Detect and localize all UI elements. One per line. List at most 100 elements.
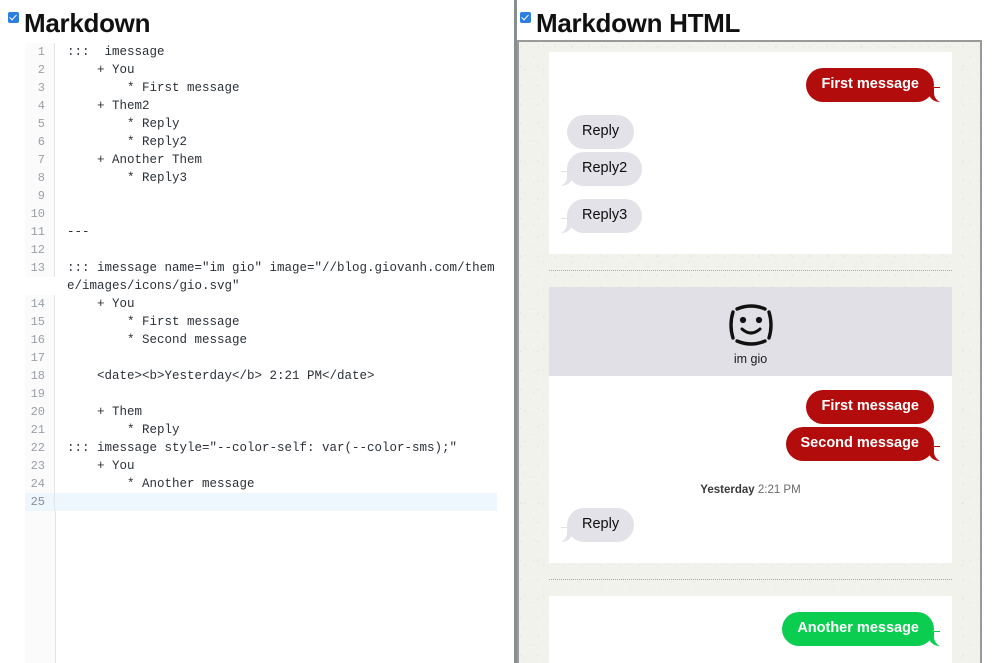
code-line-text: * First message (67, 315, 240, 329)
markdown-panel-heading: Markdown (8, 8, 150, 38)
line-number: 11 (25, 223, 55, 241)
code-line[interactable]: 17 (25, 349, 497, 367)
message-bubble[interactable]: Reply (567, 115, 635, 149)
code-line[interactable]: 21 * Reply (25, 421, 497, 439)
html-panel-title: Markdown HTML (536, 8, 741, 38)
line-number: 23 (25, 457, 55, 475)
code-line-text: ::: imessage (67, 45, 165, 59)
code-line[interactable]: 16 * Second message (25, 331, 497, 349)
code-line-text: + You (67, 63, 135, 77)
message-row: Reply (567, 115, 934, 152)
line-number: 15 (25, 313, 55, 331)
message-row: First message (567, 390, 934, 427)
line-number: 22 (25, 439, 55, 457)
code-line[interactable]: 1::: imessage (25, 43, 497, 61)
message-bubble[interactable]: First message (806, 390, 934, 424)
message-row: Reply2 (555, 152, 934, 189)
code-line[interactable]: 6 * Reply2 (25, 133, 497, 151)
line-number: 20 (25, 403, 55, 421)
line-number-gutter-tail (25, 511, 56, 663)
line-number: 24 (25, 475, 55, 493)
message-bubble[interactable]: First message (806, 68, 945, 103)
message-bubble[interactable]: Reply3 (555, 199, 643, 234)
code-line[interactable]: 25 (25, 493, 497, 511)
message-group: First message (567, 68, 945, 105)
code-line[interactable]: 9 (25, 187, 497, 205)
line-number: 10 (25, 205, 55, 223)
code-line-text: * Reply (67, 117, 180, 131)
markdown-panel-checkbox[interactable] (8, 12, 19, 23)
line-number: 4 (25, 97, 55, 115)
code-line-text: + You (67, 459, 135, 473)
line-number: 9 (25, 187, 55, 205)
code-line-text: * Another message (67, 477, 255, 491)
markdown-html-panel: Markdown HTML First message Reply Reply2 Re… (517, 0, 994, 663)
message-bubble[interactable]: Second message (785, 427, 946, 462)
imessage-conversation: Another message (549, 596, 952, 663)
html-panel-checkbox[interactable] (520, 12, 531, 23)
line-number: 12 (25, 241, 55, 259)
code-line[interactable]: 15 * First message (25, 313, 497, 331)
code-line[interactable]: 4 + Them2 (25, 97, 497, 115)
code-line[interactable]: 2 + You (25, 61, 497, 79)
rendered-html-preview: First message Reply Reply2 Reply3 im gio Firs… (517, 40, 982, 663)
message-bubble[interactable]: Reply2 (555, 152, 643, 187)
line-number: 6 (25, 133, 55, 151)
message-group: Reply3 (555, 199, 934, 236)
code-line[interactable]: 13::: imessage name="im gio" image="//bl… (25, 259, 497, 295)
html-panel-heading: Markdown HTML (520, 8, 740, 38)
code-line[interactable]: 8 * Reply3 (25, 169, 497, 187)
message-row: Another message (567, 612, 945, 649)
message-timestamp: Yesterday 2:21 PM (700, 484, 801, 496)
timestamp-day: Yesterday (700, 484, 755, 496)
code-line-text: <date><b>Yesterday</b> 2:21 PM</date> (67, 369, 375, 383)
line-number: 3 (25, 79, 55, 97)
code-line-text: + Them2 (67, 99, 150, 113)
conversation-contact-name: im gio (733, 352, 768, 366)
message-row: First message (567, 68, 945, 105)
message-group: Reply Reply2 (555, 115, 934, 189)
message-row: Second message (567, 427, 946, 464)
line-number: 14 (25, 295, 55, 313)
message-bubble[interactable]: Another message (782, 612, 945, 647)
message-group: Reply (555, 508, 934, 545)
line-number: 25 (25, 493, 55, 511)
line-number: 5 (25, 115, 55, 133)
line-number: 19 (25, 385, 55, 403)
code-line[interactable]: 23 + You (25, 457, 497, 475)
code-line-text: ::: imessage name="im gio" image="//blog… (67, 261, 495, 293)
code-line[interactable]: 11 --- (25, 223, 497, 241)
line-number: 8 (25, 169, 55, 187)
code-line[interactable]: 5 * Reply (25, 115, 497, 133)
line-number: 2 (25, 61, 55, 79)
line-number: 13 (25, 259, 55, 277)
code-line[interactable]: 14 + You (25, 295, 497, 313)
code-line[interactable]: 20 + Them (25, 403, 497, 421)
imessage-conversation: First message Reply Reply2 Reply3 (549, 52, 952, 254)
line-number: 16 (25, 331, 55, 349)
message-row: Reply3 (555, 199, 934, 236)
code-line-text: * Second message (67, 333, 248, 347)
conversation-divider (549, 270, 952, 271)
code-line[interactable]: 18 <date><b>Yesterday</b> 2:21 PM</date> (25, 367, 497, 385)
message-group: Another message (567, 612, 945, 649)
code-line-text: * First message (67, 81, 240, 95)
line-number: 21 (25, 421, 55, 439)
code-line-text: * Reply (67, 423, 180, 437)
imessage-conversation: im gio First message Second message Yesterd… (549, 287, 952, 563)
code-line[interactable]: 12 (25, 241, 497, 259)
code-line-text: * Reply2 (67, 135, 188, 149)
code-line[interactable]: 24 * Another message (25, 475, 497, 493)
code-line[interactable]: 3 * First message (25, 79, 497, 97)
code-line-text: + You (67, 297, 135, 311)
message-bubble[interactable]: Reply (555, 508, 635, 543)
code-line-text: + Them (67, 405, 143, 419)
line-number: 17 (25, 349, 55, 367)
line-number: 1 (25, 43, 55, 61)
code-line[interactable]: 7 + Another Them (25, 151, 497, 169)
code-line[interactable]: 19 (25, 385, 497, 403)
code-line-text: --- (67, 225, 90, 239)
code-line[interactable]: 22::: imessage style="--color-self: var(… (25, 439, 497, 457)
code-line[interactable]: 10 (25, 205, 497, 223)
markdown-code-editor[interactable]: 1::: imessage 2 + You 3 * First message 4 +… (25, 43, 497, 511)
